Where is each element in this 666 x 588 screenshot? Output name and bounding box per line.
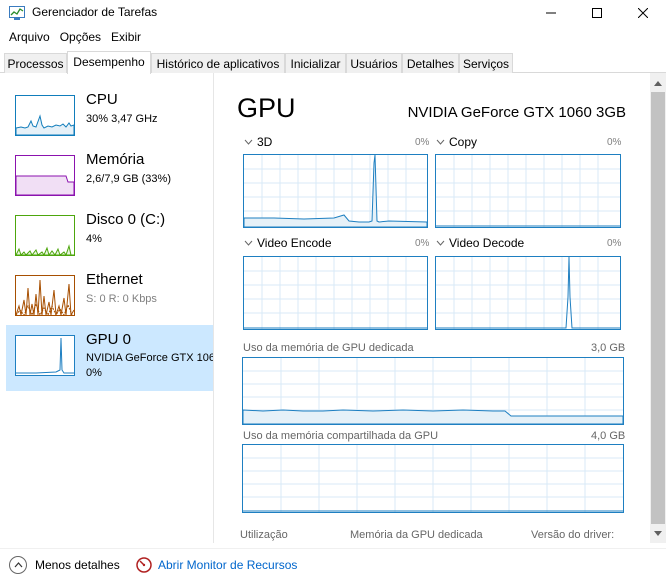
engine-video-encode-label: Video Encode (257, 236, 332, 250)
tab-usuarios[interactable]: Usuários (346, 53, 402, 73)
shared-memory-label: Uso da memória compartilhada da GPU (243, 430, 439, 442)
cpu-label: CPU (86, 91, 118, 108)
chevron-down-icon[interactable] (436, 240, 445, 246)
vertical-scrollbar[interactable] (650, 73, 666, 543)
scroll-up-button[interactable] (650, 75, 666, 92)
engine-video-encode-plot (244, 257, 427, 329)
engine-video-decode-graph (435, 256, 621, 330)
footer: Menos detalhes Abrir Monitor de Recursos (0, 548, 666, 588)
menu-opcoes[interactable]: Opções (55, 28, 106, 48)
chevron-down-icon[interactable] (244, 139, 253, 145)
cpu-sparkline (16, 114, 74, 135)
gpu-label: GPU 0 (86, 331, 132, 348)
engine-video-decode-plot (436, 257, 620, 329)
engine-3d-plot (244, 155, 427, 227)
driver-version-label: Versão do driver: (531, 529, 615, 541)
dedicated-memory-plot (243, 358, 623, 424)
engine-copy-graph (435, 154, 621, 228)
engine-copy-plot (436, 155, 620, 227)
memory-thumbnail (15, 155, 75, 196)
dedicated-gpu-memory-label: Memória da GPU dedicada (350, 529, 483, 541)
dedicated-memory-max: 3,0 GB (591, 342, 626, 354)
engine-video-encode-graph (243, 256, 428, 330)
utilization-label: Utilização (240, 529, 288, 541)
fewer-details-label: Menos detalhes (35, 558, 120, 572)
tab-detalhes[interactable]: Detalhes (402, 53, 459, 73)
engine-copy-pct: 0% (607, 137, 622, 148)
tab-historico[interactable]: Histórico de aplicativos (151, 53, 285, 73)
resource-list: CPU 30% 3,47 GHz Memória 2,6/7,9 GB (33%… (0, 73, 214, 543)
engine-3d-label: 3D (257, 135, 273, 149)
menu-exibir[interactable]: Exibir (106, 28, 146, 48)
ethernet-thumbnail (15, 275, 75, 316)
menu-bar: Arquivo Opções Exibir (0, 28, 146, 48)
resource-cpu[interactable]: CPU 30% 3,47 GHz (6, 91, 213, 151)
shared-memory-max: 4,0 GB (591, 430, 626, 442)
resource-disk[interactable]: Disco 0 (C:) 4% (6, 211, 213, 271)
maximize-icon (592, 8, 602, 18)
page-title: GPU (237, 93, 296, 123)
close-icon (638, 8, 648, 18)
maximize-button[interactable] (574, 0, 620, 26)
minimize-icon (546, 12, 556, 14)
chevron-up-icon (654, 81, 662, 86)
window-title: Gerenciador de Tarefas (32, 5, 158, 19)
scroll-thumb[interactable] (651, 92, 665, 524)
ethernet-stats: S: 0 R: 0 Kbps (86, 293, 157, 305)
engine-video-encode-pct: 0% (415, 238, 430, 249)
tab-bar: Processos Desempenho Histórico de aplica… (0, 51, 666, 74)
shared-memory-plot (243, 445, 623, 512)
gpu-thumbnail (15, 335, 75, 376)
memory-stats: 2,6/7,9 GB (33%) (86, 173, 171, 185)
gpu-sparkline (16, 337, 74, 374)
dedicated-memory-label: Uso da memória de GPU dedicada (243, 342, 414, 354)
resource-gpu[interactable]: GPU 0 NVIDIA GeForce GTX 1060 3GB 0% (6, 325, 213, 391)
gpu-model-short: NVIDIA GeForce GTX 1060 3GB (86, 352, 213, 364)
ethernet-label: Ethernet (86, 271, 143, 288)
dedicated-memory-graph (242, 357, 624, 425)
engine-video-decode-label: Video Decode (449, 236, 525, 250)
disk-thumbnail (15, 215, 75, 256)
tab-processos[interactable]: Processos (4, 53, 67, 73)
memory-label: Memória (86, 151, 145, 168)
chevron-down-icon[interactable] (244, 240, 253, 246)
tab-inicializar[interactable]: Inicializar (285, 53, 346, 73)
engine-video-decode-pct: 0% (607, 238, 622, 249)
cpu-thumbnail (15, 95, 75, 136)
title-bar: Gerenciador de Tarefas (0, 0, 666, 26)
tab-desempenho[interactable]: Desempenho (67, 51, 151, 74)
resource-memory[interactable]: Memória 2,6/7,9 GB (33%) (6, 151, 213, 211)
fewer-details-button[interactable]: Menos detalhes (9, 556, 120, 574)
open-resource-monitor-label: Abrir Monitor de Recursos (158, 558, 298, 572)
disk-stats: 4% (86, 233, 102, 245)
engine-copy-label: Copy (449, 135, 478, 149)
cpu-stats: 30% 3,47 GHz (86, 113, 158, 125)
disk-label: Disco 0 (C:) (86, 211, 166, 228)
resource-monitor-icon (136, 557, 152, 573)
scroll-down-button[interactable] (650, 525, 666, 542)
shared-memory-graph (242, 444, 624, 513)
ethernet-sparkline (16, 279, 74, 315)
chevron-up-circle-icon (9, 556, 27, 574)
close-button[interactable] (620, 0, 666, 26)
chevron-down-icon (654, 531, 662, 536)
open-resource-monitor-link[interactable]: Abrir Monitor de Recursos (136, 557, 297, 573)
tab-servicos[interactable]: Serviços (459, 53, 513, 73)
chevron-down-icon[interactable] (436, 139, 445, 145)
engine-3d-pct: 0% (415, 137, 430, 148)
memory-sparkline (16, 175, 74, 195)
disk-sparkline (16, 244, 74, 255)
task-manager-icon (9, 6, 25, 20)
engine-3d-graph (243, 154, 428, 228)
menu-arquivo[interactable]: Arquivo (0, 28, 55, 48)
gpu-usage: 0% (86, 367, 102, 379)
minimize-button[interactable] (528, 0, 574, 26)
resource-ethernet[interactable]: Ethernet S: 0 R: 0 Kbps (6, 271, 213, 331)
gpu-model-name: NVIDIA GeForce GTX 1060 3GB (407, 104, 626, 121)
gpu-details-panel: GPU NVIDIA GeForce GTX 1060 3GB 3D 0% Co… (214, 73, 650, 543)
